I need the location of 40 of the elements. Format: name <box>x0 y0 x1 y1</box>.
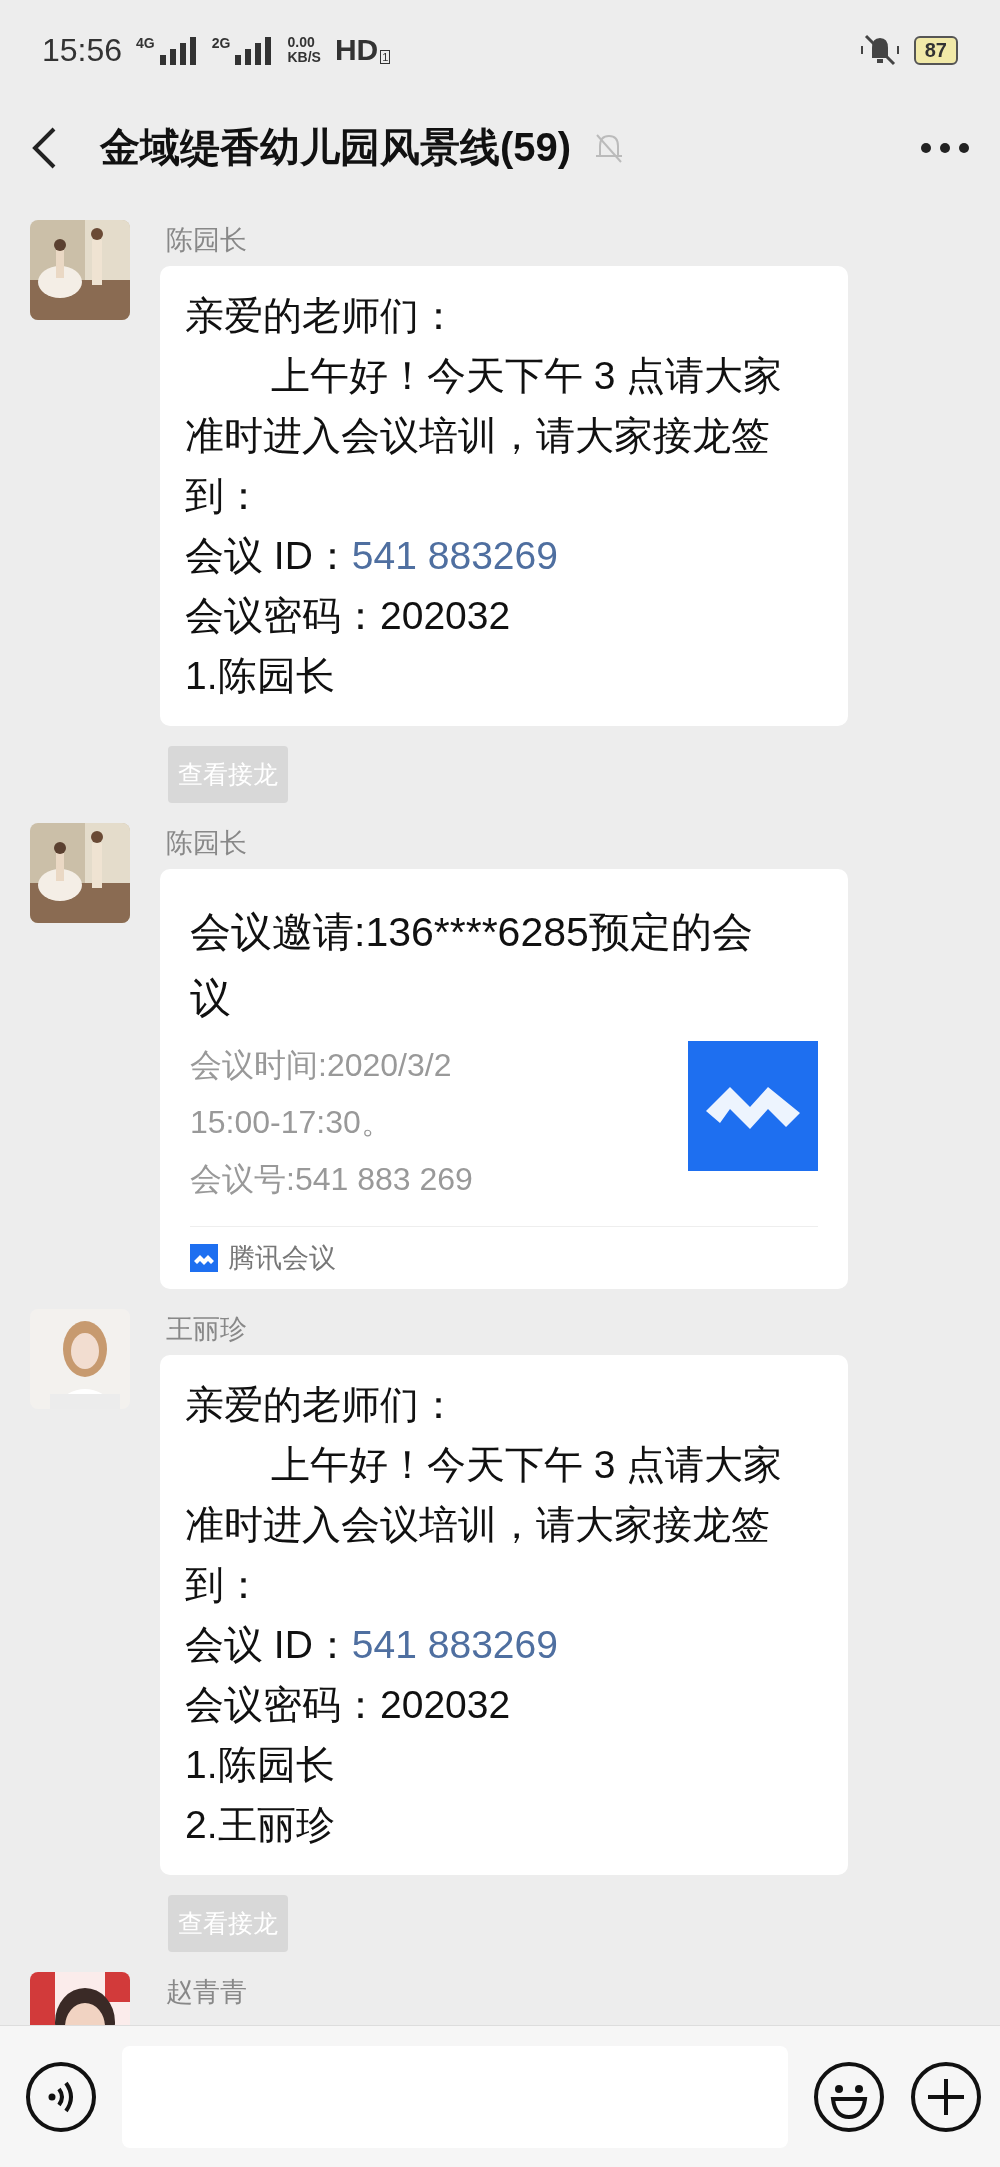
battery-indicator: 87 <box>913 35 958 65</box>
meeting-id-link[interactable]: 541 883269 <box>351 1623 558 1666</box>
card-title: 会议邀请:136****6285预定的会议 <box>190 908 754 1023</box>
add-icon[interactable] <box>910 2060 982 2133</box>
more-icon[interactable] <box>920 141 970 154</box>
network-speed: 0.00 KB/S <box>287 35 321 65</box>
emoji-icon[interactable] <box>813 2060 885 2133</box>
sim-label: 1 <box>380 50 391 64</box>
signal-icon <box>233 35 274 65</box>
message-text: 亲爱的老师们： <box>185 1382 459 1428</box>
clock: 15:56 <box>42 31 123 69</box>
network-label: 4G <box>136 35 155 51</box>
app-logo-icon <box>688 1041 818 1171</box>
message-text: 2.王丽珍 <box>185 1802 336 1848</box>
card-detail: 15:00-17:30。 <box>190 1103 394 1142</box>
message-text: 会议密码：202032 <box>185 593 512 639</box>
message-text: 1.陈园长 <box>185 653 336 699</box>
source-label: 腾讯会议 <box>228 1242 336 1275</box>
message-text: 亲爱的老师们： <box>185 293 459 339</box>
sender-name: 陈园长 <box>166 224 247 257</box>
message-text: 1.陈园长 <box>185 1742 336 1788</box>
message-text: 会议 ID： <box>185 1623 352 1666</box>
sender-name: 赵青青 <box>166 1976 247 2009</box>
message-text: 上午好！今天下午 3 点请大家准时进入会议培训，请大家接龙签到： <box>185 353 784 519</box>
card-detail: 会议号:541 883 269 <box>190 1160 473 1199</box>
voice-icon[interactable] <box>25 2060 97 2133</box>
message-text: 会议 ID： <box>185 534 352 577</box>
card-detail: 会议时间:2020/3/2 <box>190 1046 453 1085</box>
mute-icon <box>859 32 900 68</box>
message-text: 会议密码：202032 <box>185 1682 512 1728</box>
hd-label: HD <box>334 33 379 67</box>
meeting-id-link[interactable]: 541 883269 <box>351 534 558 577</box>
signal-icon <box>157 35 198 65</box>
message-text: 上午好！今天下午 3 点请大家准时进入会议培训，请大家接龙签到： <box>185 1442 784 1608</box>
meeting-card[interactable]: 会议邀请:136****6285预定的会议 会议时间:2020/3/2 15:00-17:30。 会议号:541 883 269 腾讯会议 <box>160 869 848 1289</box>
app-logo-icon <box>190 1244 218 1272</box>
sender-name: 王丽珍 <box>166 1313 247 1346</box>
network-label: 2G <box>211 35 231 51</box>
sender-name: 陈园长 <box>166 827 247 860</box>
chat-title: 金域缇香幼儿园风景线(59) <box>100 124 572 171</box>
